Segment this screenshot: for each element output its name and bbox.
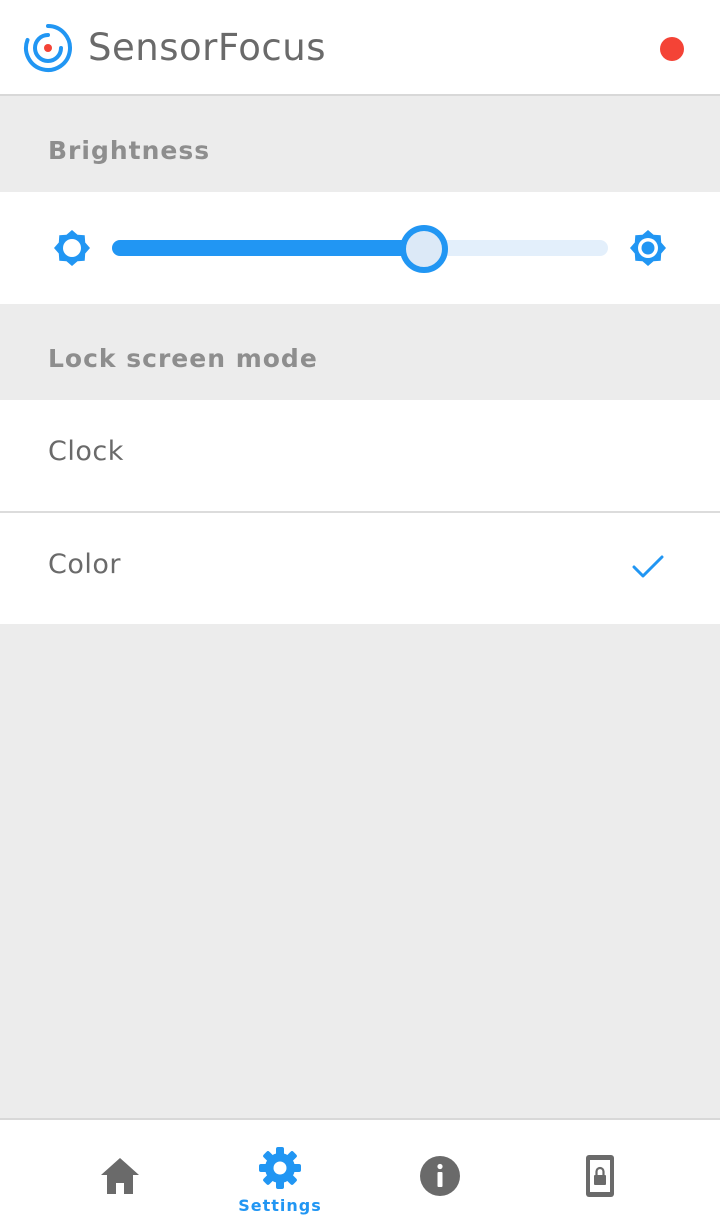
bottom-navigation-bar: Settings <box>0 1118 720 1232</box>
home-icon <box>101 1158 139 1194</box>
lock-mode-option-label: Clock <box>48 436 124 467</box>
brightness-high-icon <box>630 230 666 266</box>
brightness-slider-row <box>0 192 720 304</box>
nav-item-lock-screen[interactable] <box>520 1120 680 1232</box>
status-indicator-dot <box>660 37 684 61</box>
brightness-slider-fill <box>112 240 425 256</box>
lock-mode-option-label: Color <box>48 549 121 580</box>
lock-mode-option-color[interactable]: Color <box>0 513 720 624</box>
nav-item-settings[interactable]: Settings <box>200 1120 360 1232</box>
info-icon <box>420 1156 460 1196</box>
lock-screen-mode-section-header: Lock screen mode <box>0 304 720 400</box>
nav-item-home[interactable] <box>40 1120 200 1232</box>
gear-icon <box>259 1147 301 1189</box>
phone-lock-icon <box>586 1155 614 1197</box>
sensorfocus-logo-icon <box>24 24 72 72</box>
brightness-low-icon <box>54 230 90 266</box>
nav-item-info[interactable] <box>360 1120 520 1232</box>
nav-label-settings: Settings <box>238 1196 322 1215</box>
brightness-slider-track[interactable] <box>112 240 608 256</box>
brightness-section-header: Brightness <box>0 96 720 192</box>
app-title: SensorFocus <box>88 26 326 69</box>
lock-screen-mode-header-label: Lock screen mode <box>48 344 318 373</box>
app-header: SensorFocus <box>0 0 720 96</box>
check-icon <box>632 555 664 578</box>
brightness-slider-thumb[interactable] <box>400 225 449 273</box>
lock-mode-option-clock[interactable]: Clock <box>0 400 720 511</box>
brightness-header-label: Brightness <box>48 136 211 165</box>
